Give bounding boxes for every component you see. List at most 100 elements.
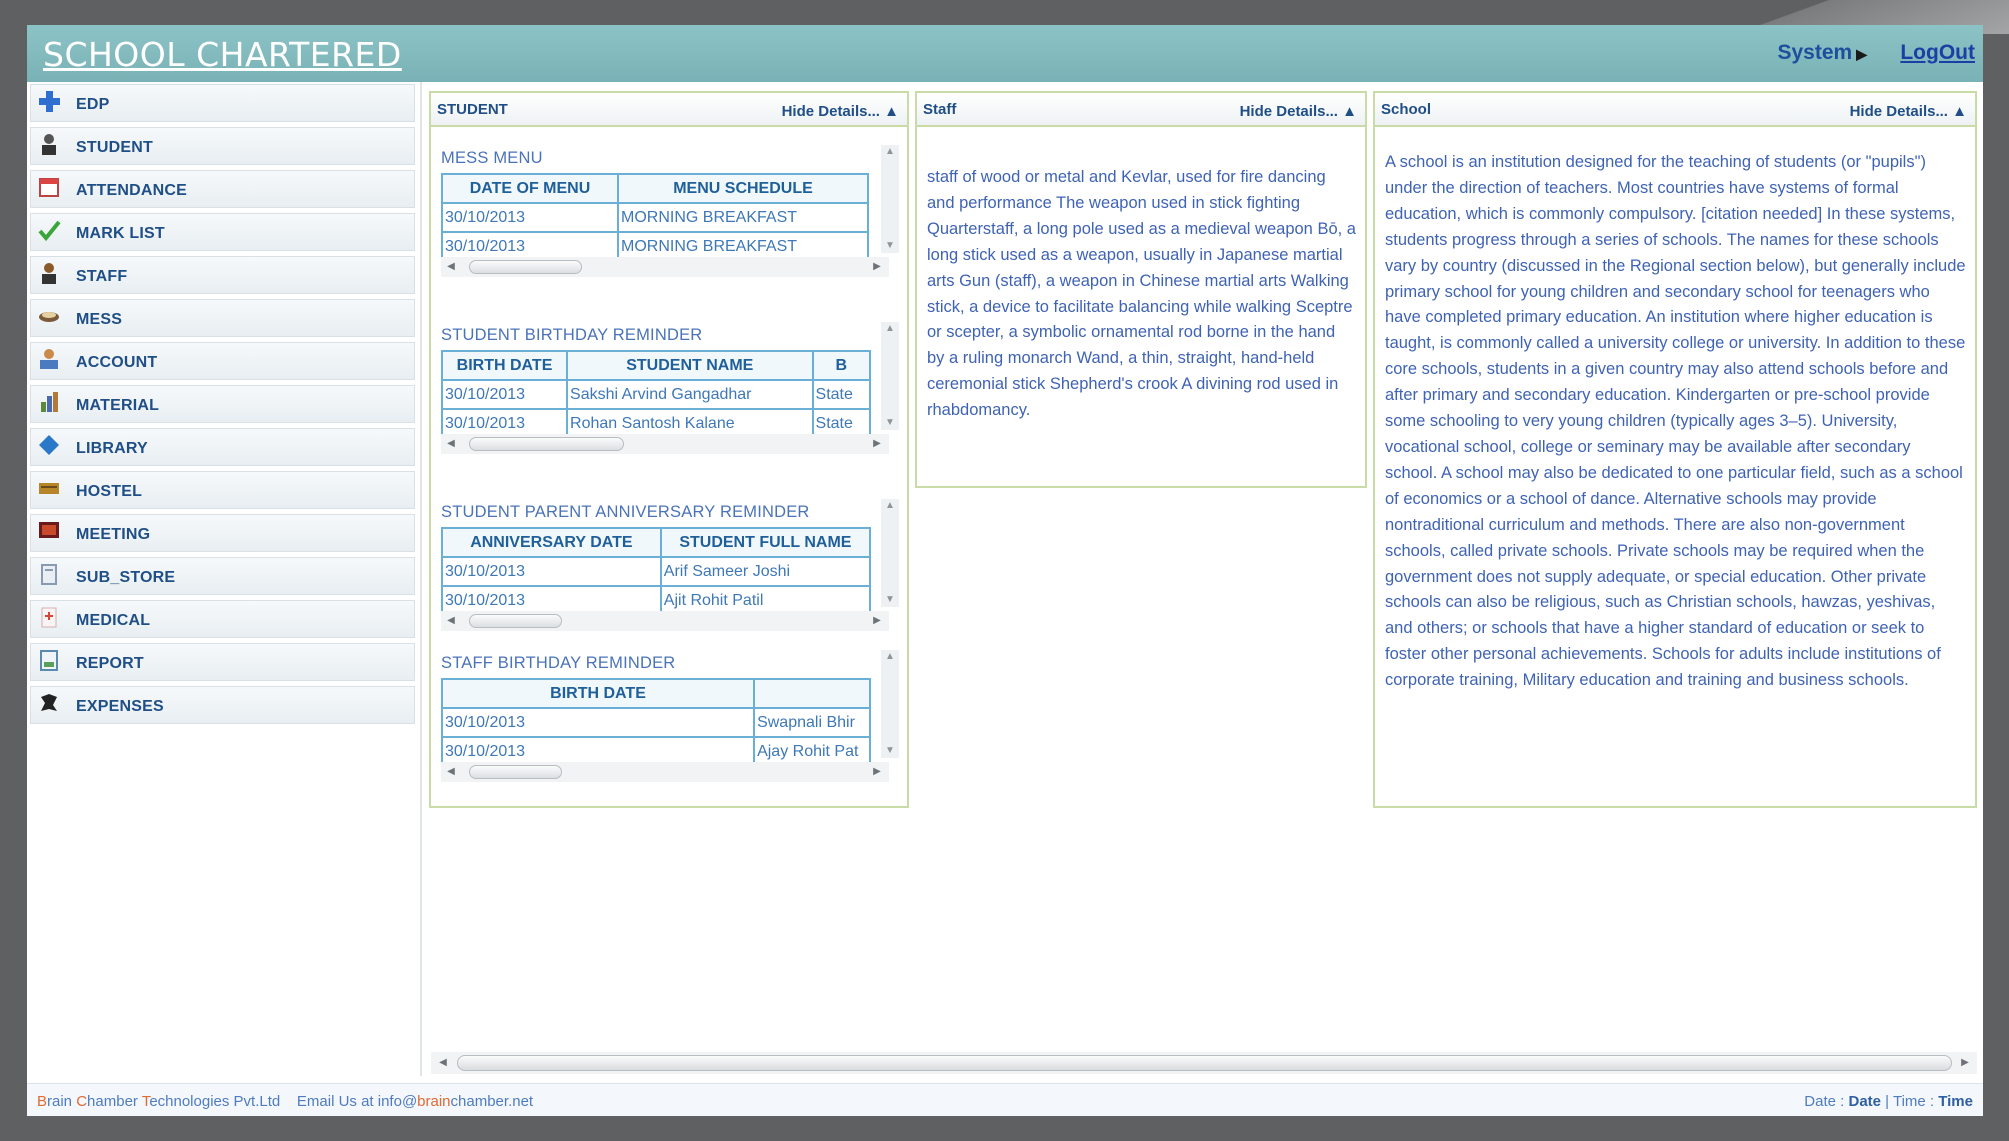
scrollbar-thumb[interactable] (469, 260, 582, 274)
scroll-down-icon[interactable]: ▼ (881, 593, 899, 607)
meeting-icon (36, 518, 62, 544)
sidebar-item-attendance[interactable]: ATTENDANCE (30, 170, 415, 208)
book-icon (36, 432, 62, 458)
grid-header-row: BIRTH DATE STUDENT NAME B (441, 350, 871, 381)
sidebar-item-label: HOSTEL (76, 483, 143, 500)
column-header[interactable]: BIRTH DATE (441, 678, 756, 709)
table-row[interactable]: 30/10/2013 MORNING BREAKFAST (441, 202, 869, 233)
school-panel: School Hide Details... ▲ A school is an … (1373, 91, 1977, 808)
sidebar-item-mess[interactable]: MESS (30, 299, 415, 337)
staff-panel-title: Staff (923, 101, 957, 118)
sidebar-item-medical[interactable]: MEDICAL (30, 600, 415, 638)
scroll-right-icon[interactable]: ▶ (869, 436, 885, 452)
sidebar-item-label: MEETING (76, 526, 151, 543)
sidebar-item-mark-list[interactable]: MARK LIST (30, 213, 415, 251)
hide-details-button[interactable]: Hide Details... ▲ (1240, 103, 1357, 120)
scroll-up-icon[interactable]: ▲ (881, 499, 899, 513)
cell-anniversary-date: 30/10/2013 (441, 585, 662, 611)
sidebar-item-label: ACCOUNT (76, 354, 158, 371)
scroll-left-icon[interactable]: ◀ (443, 436, 459, 452)
sidebar-item-account[interactable]: ACCOUNT (30, 342, 415, 380)
hide-details-label: Hide Details... (1239, 103, 1338, 120)
hide-details-button[interactable]: Hide Details... ▲ (1850, 103, 1967, 120)
sidebar-item-label: SUB_STORE (76, 569, 176, 586)
date-value: Date (1848, 1093, 1881, 1110)
table-row[interactable]: 30/10/2013 Ajay Rohit Pat (441, 736, 871, 762)
cell-student-full-name: Ajit Rohit Patil (659, 585, 871, 611)
scroll-left-icon[interactable]: ◀ (435, 1055, 451, 1071)
staff-birthday-vertical-scrollbar[interactable]: ▲ ▼ (881, 650, 899, 758)
main-horizontal-scrollbar[interactable]: ◀ ▶ (431, 1052, 1977, 1074)
app-title[interactable]: SCHOOL CHARTERED (43, 35, 402, 74)
sidebar-item-meeting[interactable]: MEETING (30, 514, 415, 552)
cell-staff-name: Ajay Rohit Pat (753, 736, 871, 762)
scrollbar-thumb[interactable] (469, 614, 562, 628)
column-header[interactable]: B (811, 350, 871, 381)
triangle-up-icon: ▲ (1952, 103, 1967, 120)
scroll-right-icon[interactable]: ▶ (1957, 1055, 1973, 1071)
cell-birth-date: 30/10/2013 (441, 736, 756, 762)
table-row[interactable]: 30/10/2013 Swapnali Bhir (441, 707, 871, 738)
school-panel-title: School (1381, 101, 1432, 118)
scroll-down-icon[interactable]: ▼ (881, 744, 899, 758)
scroll-up-icon[interactable]: ▲ (881, 650, 899, 664)
column-header[interactable]: MENU SCHEDULE (617, 173, 869, 204)
scrollbar-thumb[interactable] (457, 1055, 1952, 1071)
email-link[interactable]: Email Us at info@brainchamber.net (297, 1093, 533, 1110)
table-row[interactable]: 30/10/2013 Ajit Rohit Patil (441, 585, 871, 611)
scrollbar-thumb[interactable] (469, 437, 624, 451)
table-row[interactable]: 30/10/2013 Sakshi Arvind Gangadhar State (441, 379, 871, 410)
sidebar-item-material[interactable]: MATERIAL (30, 385, 415, 423)
sidebar-item-label: LIBRARY (76, 440, 148, 457)
logout-link[interactable]: LogOut (1900, 41, 1975, 65)
sidebar-item-report[interactable]: REPORT (30, 643, 415, 681)
column-header[interactable]: ANNIVERSARY DATE (441, 527, 662, 558)
table-row[interactable]: 30/10/2013 MORNING BREAKFAST (441, 231, 869, 257)
scrollbar-thumb[interactable] (469, 765, 562, 779)
column-header[interactable] (753, 678, 871, 709)
scroll-down-icon[interactable]: ▼ (881, 239, 899, 253)
column-header[interactable]: DATE OF MENU (441, 173, 619, 204)
sidebar-item-hostel[interactable]: HOSTEL (30, 471, 415, 509)
scroll-up-icon[interactable]: ▲ (881, 322, 899, 336)
cell-birth-date: 30/10/2013 (441, 379, 569, 410)
student-panel: STUDENT Hide Details... ▲ MESS MENU DATE… (429, 91, 909, 808)
sidebar-item-label: STUDENT (76, 139, 153, 156)
sidebar-item-label: REPORT (76, 655, 144, 672)
mess-menu-grid: DATE OF MENU MENU SCHEDULE 30/10/2013 MO… (441, 173, 871, 257)
scroll-right-icon[interactable]: ▶ (869, 613, 885, 629)
table-row[interactable]: 30/10/2013 Arif Sameer Joshi (441, 556, 871, 587)
cell-menu-schedule: MORNING BREAKFAST (617, 231, 869, 257)
sidebar-item-student[interactable]: STUDENT (30, 127, 415, 165)
sidebar-item-library[interactable]: LIBRARY (30, 428, 415, 466)
parent-anniversary-vertical-scrollbar[interactable]: ▲ ▼ (881, 499, 899, 607)
column-header[interactable]: STUDENT NAME (566, 350, 814, 381)
scroll-left-icon[interactable]: ◀ (443, 764, 459, 780)
scroll-right-icon[interactable]: ▶ (869, 259, 885, 275)
time-value: Time (1938, 1093, 1973, 1110)
scroll-up-icon[interactable]: ▲ (881, 145, 899, 159)
system-menu[interactable]: System ▶ (1778, 41, 1868, 65)
mess-menu-vertical-scrollbar[interactable]: ▲ ▼ (881, 145, 899, 253)
sidebar-item-staff[interactable]: STAFF (30, 256, 415, 294)
student-birthday-vertical-scrollbar[interactable]: ▲ ▼ (881, 322, 899, 430)
staff-birthday-horizontal-scrollbar[interactable]: ◀ ▶ (441, 762, 889, 782)
parent-anniversary-horizontal-scrollbar[interactable]: ◀ ▶ (441, 611, 889, 631)
cell-anniversary-date: 30/10/2013 (441, 556, 662, 587)
hide-details-button[interactable]: Hide Details... ▲ (782, 103, 899, 120)
sidebar-item-sub-store[interactable]: SUB_STORE (30, 557, 415, 595)
scroll-left-icon[interactable]: ◀ (443, 259, 459, 275)
table-row[interactable]: 30/10/2013 Rohan Santosh Kalane State (441, 408, 871, 434)
student-birthday-horizontal-scrollbar[interactable]: ◀ ▶ (441, 434, 889, 454)
scroll-left-icon[interactable]: ◀ (443, 613, 459, 629)
hostel-icon (36, 475, 62, 501)
column-header[interactable]: BIRTH DATE (441, 350, 569, 381)
mess-menu-horizontal-scrollbar[interactable]: ◀ ▶ (441, 257, 889, 277)
scroll-down-icon[interactable]: ▼ (881, 416, 899, 430)
sidebar-item-expenses[interactable]: EXPENSES (30, 686, 415, 724)
sidebar-item-edp[interactable]: EDP (30, 84, 415, 122)
plus-icon (36, 88, 62, 114)
column-header[interactable]: STUDENT FULL NAME (659, 527, 871, 558)
scroll-right-icon[interactable]: ▶ (869, 764, 885, 780)
email-highlight: brain (417, 1093, 451, 1110)
